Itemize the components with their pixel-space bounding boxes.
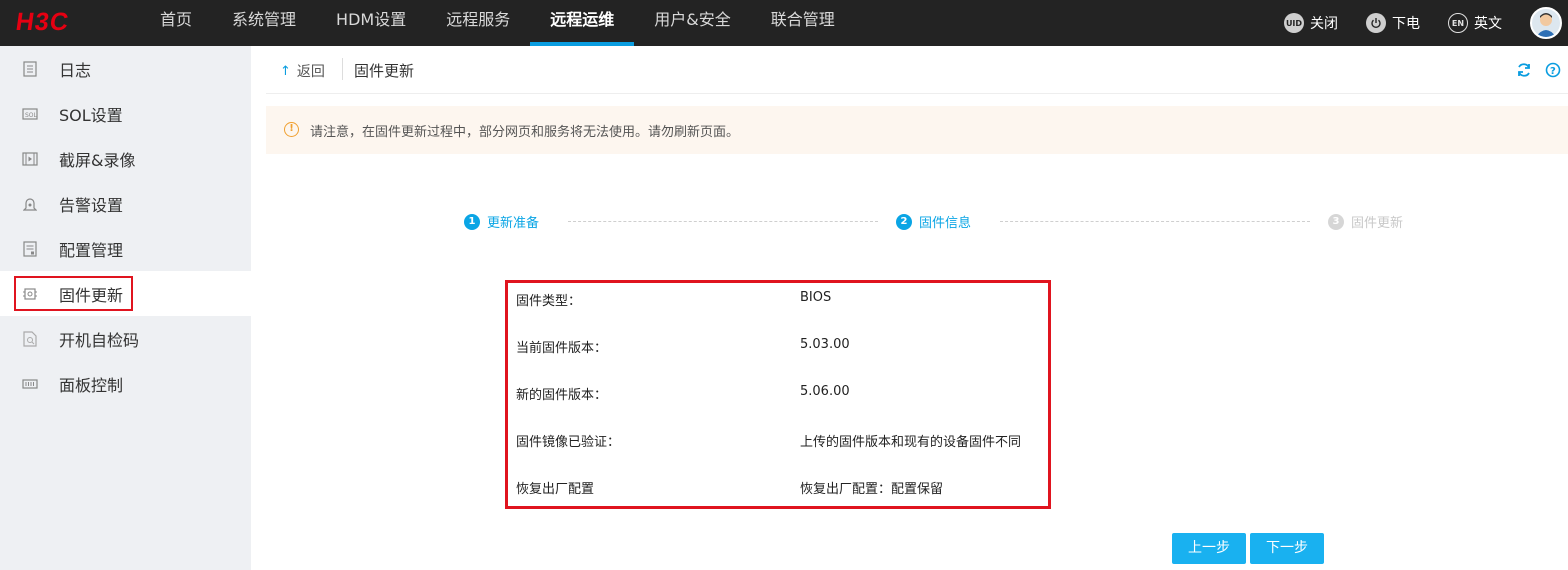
sidebar: 日志 SOL SOL设置 截屏&录像 告警设置 配置管理 固件更新 开机自检码 …: [0, 46, 251, 570]
sidebar-item-post-code[interactable]: 开机自检码: [0, 316, 251, 361]
notice-text: 请注意，在固件更新过程中，部分网页和服务将无法使用。请勿刷新页面。: [310, 125, 740, 140]
language-label: 英文: [1474, 16, 1502, 32]
info-row-restore-factory: 恢复出厂配置 恢复出厂配置：配置保留: [516, 478, 1046, 498]
step-number: 3: [1328, 213, 1344, 230]
warning-icon: !: [284, 122, 299, 137]
language-icon: EN: [1448, 13, 1468, 33]
step-label: 固件更新: [1351, 216, 1404, 231]
info-value: 恢复出厂配置：配置保留: [800, 482, 944, 497]
nav-item-user-security[interactable]: 用户&安全: [634, 0, 750, 46]
power-label: 下电: [1392, 16, 1420, 32]
previous-step-button[interactable]: 上一步: [1172, 533, 1246, 564]
h3c-logo: H3C: [14, 8, 71, 36]
sidebar-item-label: SOL设置: [59, 105, 123, 125]
info-key: 恢复出厂配置: [516, 482, 595, 497]
info-key: 固件类型：: [516, 294, 582, 309]
info-value: 5.03.00: [800, 337, 850, 352]
firmware-info-panel: 固件类型： BIOS 当前固件版本： 5.03.00 新的固件版本： 5.06.…: [505, 280, 1051, 509]
refresh-icon[interactable]: [1516, 62, 1532, 78]
sidebar-item-alarm-settings[interactable]: 告警设置: [0, 181, 251, 226]
sol-icon: SOL: [22, 106, 38, 122]
info-row-image-verified: 固件镜像已验证： 上传的固件版本和现有的设备固件不同: [516, 431, 1046, 451]
post-code-icon: [22, 330, 38, 347]
info-key: 当前固件版本：: [516, 341, 608, 356]
nav-item-remote-services[interactable]: 远程服务: [426, 0, 530, 46]
alarm-bell-icon: [22, 196, 38, 212]
main-content: ↑ 返回 固件更新 ? ! 请注意，在固件更新过程中，部分网页和服务将无法使用。…: [251, 46, 1568, 570]
info-value: 5.06.00: [800, 384, 850, 399]
nav-item-hdm-settings[interactable]: HDM设置: [316, 0, 426, 46]
info-row-current-version: 当前固件版本： 5.03.00: [516, 337, 1046, 357]
nav-item-system-management[interactable]: 系统管理: [212, 0, 316, 46]
power-off-button[interactable]: 下电: [1366, 13, 1420, 33]
progress-steps: 1 更新准备 2 固件信息 3 固件更新: [464, 212, 1414, 232]
sidebar-item-label: 日志: [59, 60, 92, 80]
sidebar-item-label: 开机自检码: [59, 330, 140, 350]
step-number: 2: [896, 213, 912, 230]
toolbar-divider: [342, 58, 343, 80]
step-firmware-info: 2 固件信息: [896, 212, 971, 231]
page-toolbar: ↑ 返回 固件更新 ?: [266, 46, 1568, 94]
sidebar-item-sol-settings[interactable]: SOL SOL设置: [0, 91, 251, 136]
info-value: 上传的固件版本和现有的设备固件不同: [800, 435, 1022, 450]
sidebar-item-label: 告警设置: [59, 195, 124, 215]
step-connector: [568, 221, 878, 222]
step-connector: [1000, 221, 1310, 222]
info-key: 新的固件版本：: [516, 388, 608, 403]
config-icon: [22, 240, 38, 257]
info-key: 固件镜像已验证：: [516, 435, 621, 450]
nav-item-remote-maintenance[interactable]: 远程运维: [530, 0, 635, 46]
power-icon: [1366, 13, 1386, 33]
step-label: 固件信息: [919, 216, 972, 231]
sidebar-item-screenshot-recording[interactable]: 截屏&录像: [0, 136, 251, 181]
highlight-box: [14, 276, 133, 311]
help-icon[interactable]: ?: [1545, 62, 1561, 78]
sidebar-item-firmware-update[interactable]: 固件更新: [0, 271, 251, 316]
sidebar-item-label: 面板控制: [59, 375, 124, 395]
sidebar-item-label: 配置管理: [59, 240, 124, 260]
step-number: 1: [464, 213, 480, 230]
sidebar-item-panel-control[interactable]: 面板控制: [0, 361, 251, 406]
uid-icon: UID: [1284, 13, 1304, 33]
info-row-firmware-type: 固件类型： BIOS: [516, 290, 1046, 310]
back-arrow-icon: ↑: [280, 63, 291, 79]
step-label: 更新准备: [487, 216, 540, 231]
svg-text:SOL: SOL: [25, 112, 38, 119]
uid-toggle[interactable]: UID 关闭: [1284, 13, 1338, 33]
sidebar-item-config-management[interactable]: 配置管理: [0, 226, 251, 271]
panel-icon: [22, 376, 38, 392]
language-switch[interactable]: EN 英文: [1448, 13, 1502, 33]
svg-text:?: ?: [1550, 66, 1556, 77]
video-icon: [22, 151, 38, 167]
uid-label: 关闭: [1310, 16, 1338, 32]
nav-item-home[interactable]: 首页: [140, 0, 212, 46]
top-bar: H3C 首页 系统管理 HDM设置 远程服务 远程运维 用户&安全 联合管理 U…: [0, 0, 1568, 46]
log-icon: [22, 60, 38, 77]
next-step-button[interactable]: 下一步: [1250, 533, 1324, 564]
page-title: 固件更新: [354, 62, 415, 80]
top-right-actions: UID 关闭 下电 EN 英文: [1284, 0, 1568, 46]
back-link[interactable]: ↑ 返回: [280, 61, 325, 81]
user-avatar[interactable]: [1530, 7, 1562, 39]
step-firmware-update: 3 固件更新: [1328, 212, 1403, 231]
info-value: BIOS: [800, 290, 832, 305]
main-nav: 首页 系统管理 HDM设置 远程服务 远程运维 用户&安全 联合管理: [140, 0, 855, 46]
sidebar-item-label: 截屏&录像: [59, 150, 136, 170]
back-label: 返回: [296, 64, 325, 80]
warning-notice: ! 请注意，在固件更新过程中，部分网页和服务将无法使用。请勿刷新页面。: [266, 106, 1568, 154]
step-prepare: 1 更新准备: [464, 212, 539, 231]
nav-item-federation[interactable]: 联合管理: [751, 0, 855, 46]
sidebar-item-log[interactable]: 日志: [0, 46, 251, 91]
info-row-new-version: 新的固件版本： 5.06.00: [516, 384, 1046, 404]
